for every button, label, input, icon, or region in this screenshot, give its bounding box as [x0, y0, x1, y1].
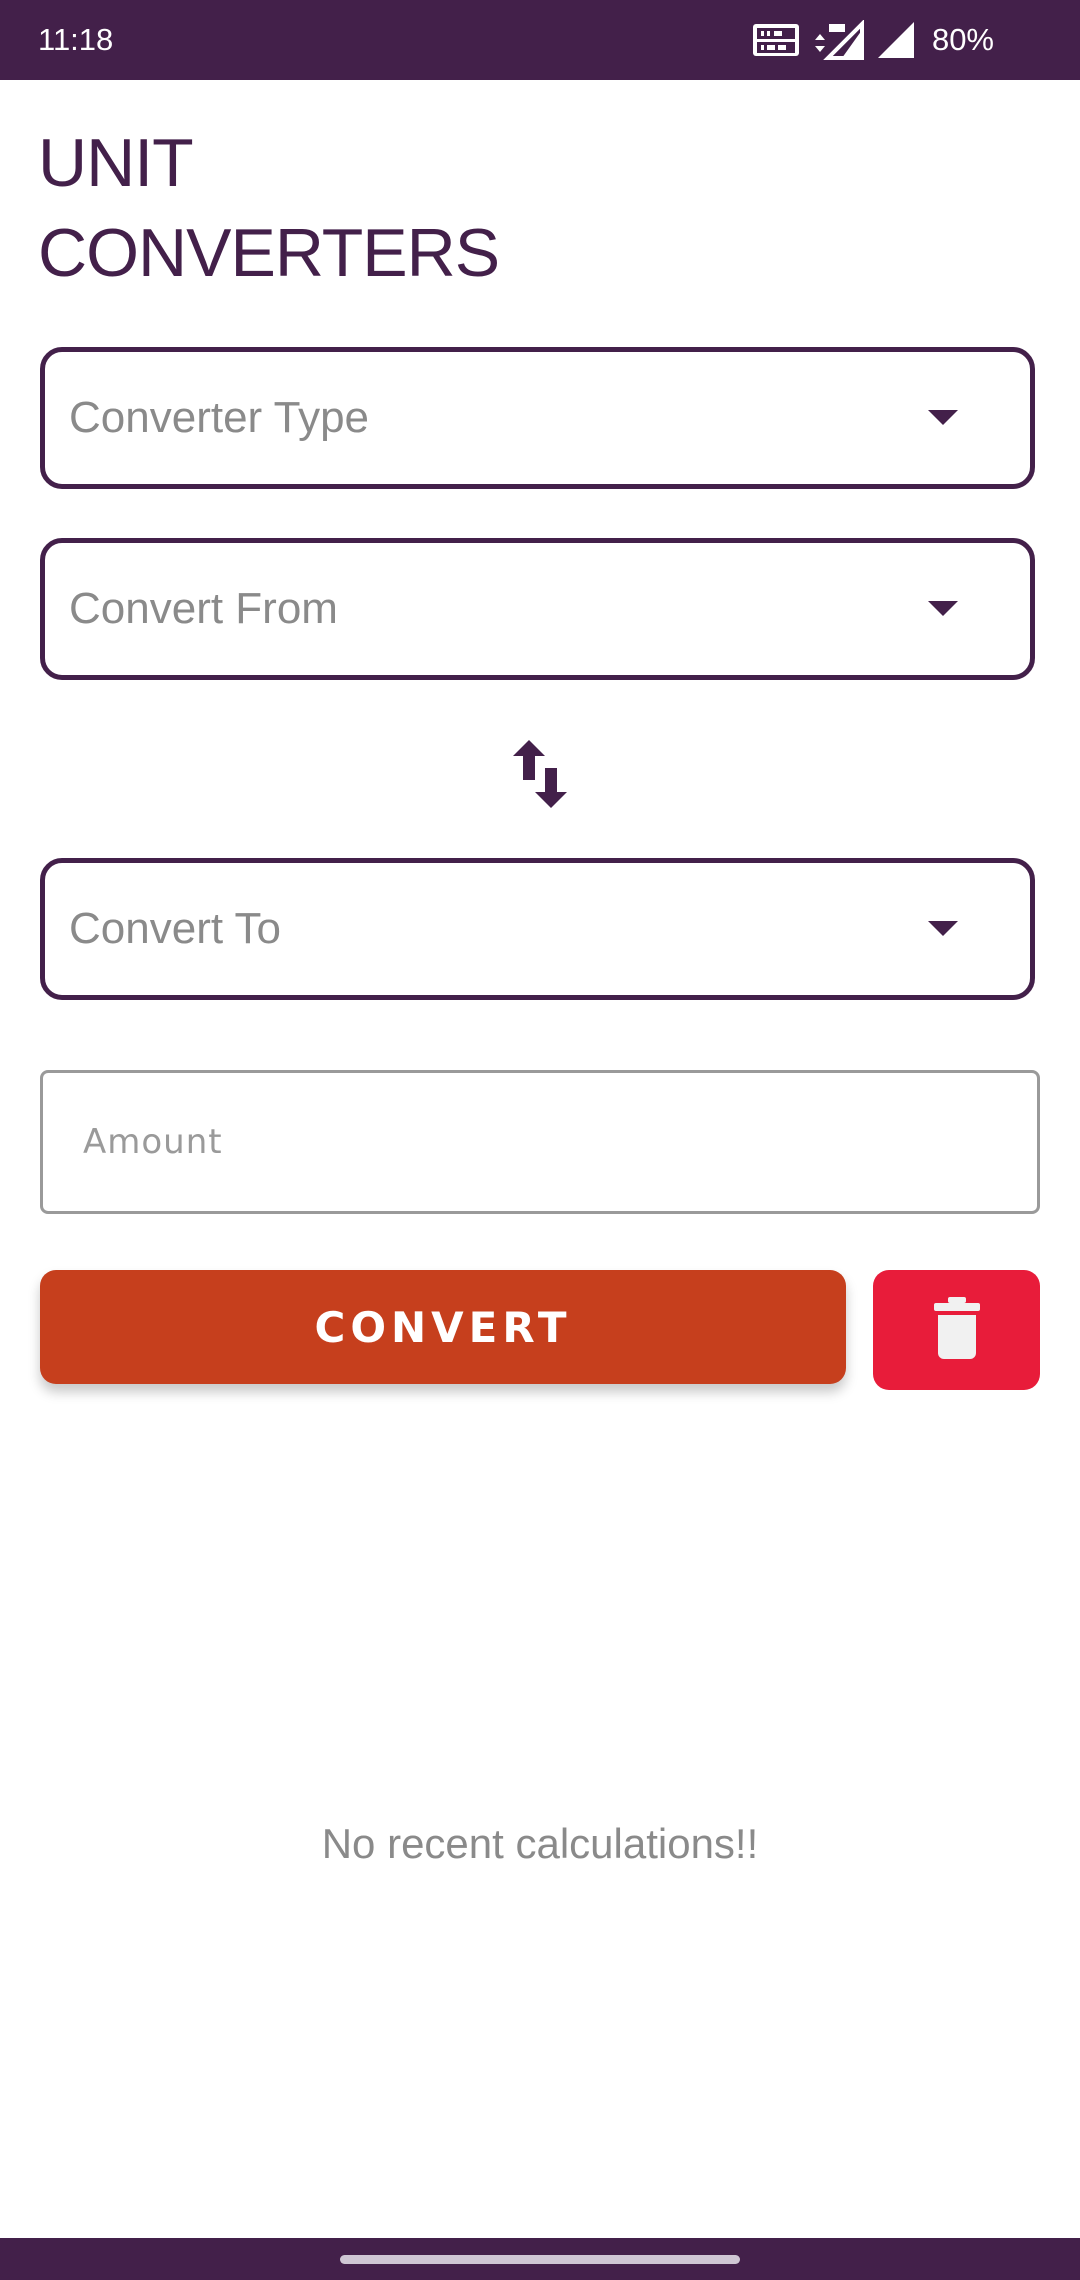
navigation-bar [0, 2238, 1080, 2280]
status-icons: 80% [752, 18, 994, 62]
convert-to-dropdown[interactable]: Convert To [40, 858, 1035, 1000]
swap-vertical-icon[interactable] [510, 740, 570, 808]
page-title: UNIT CONVERTERS [38, 118, 738, 298]
converter-type-placeholder: Converter Type [69, 393, 370, 442]
clear-history-button[interactable] [873, 1270, 1040, 1390]
volte-icon [752, 24, 799, 56]
signal-icon [877, 22, 914, 58]
data-4g-icon [814, 20, 864, 60]
chevron-down-icon [928, 601, 958, 616]
chevron-down-icon [928, 410, 958, 425]
status-bar: 11:18 80% [0, 0, 1080, 80]
convert-from-placeholder: Convert From [69, 584, 338, 633]
convert-from-dropdown[interactable]: Convert From [40, 538, 1035, 680]
page-title-line2: CONVERTERS [38, 215, 500, 291]
converter-type-dropdown[interactable]: Converter Type [40, 347, 1035, 489]
chevron-down-icon [928, 921, 958, 936]
amount-input[interactable] [40, 1070, 1040, 1214]
page-title-line1: UNIT [38, 125, 194, 201]
home-gesture-handle[interactable] [340, 2255, 740, 2264]
battery-percent: 80% [931, 22, 994, 57]
empty-history-message: No recent calculations!! [321, 1820, 759, 1867]
trash-icon [934, 1297, 980, 1359]
status-time: 11:18 [38, 22, 114, 57]
convert-button[interactable]: CONVERT [40, 1270, 846, 1384]
convert-to-placeholder: Convert To [69, 904, 281, 953]
